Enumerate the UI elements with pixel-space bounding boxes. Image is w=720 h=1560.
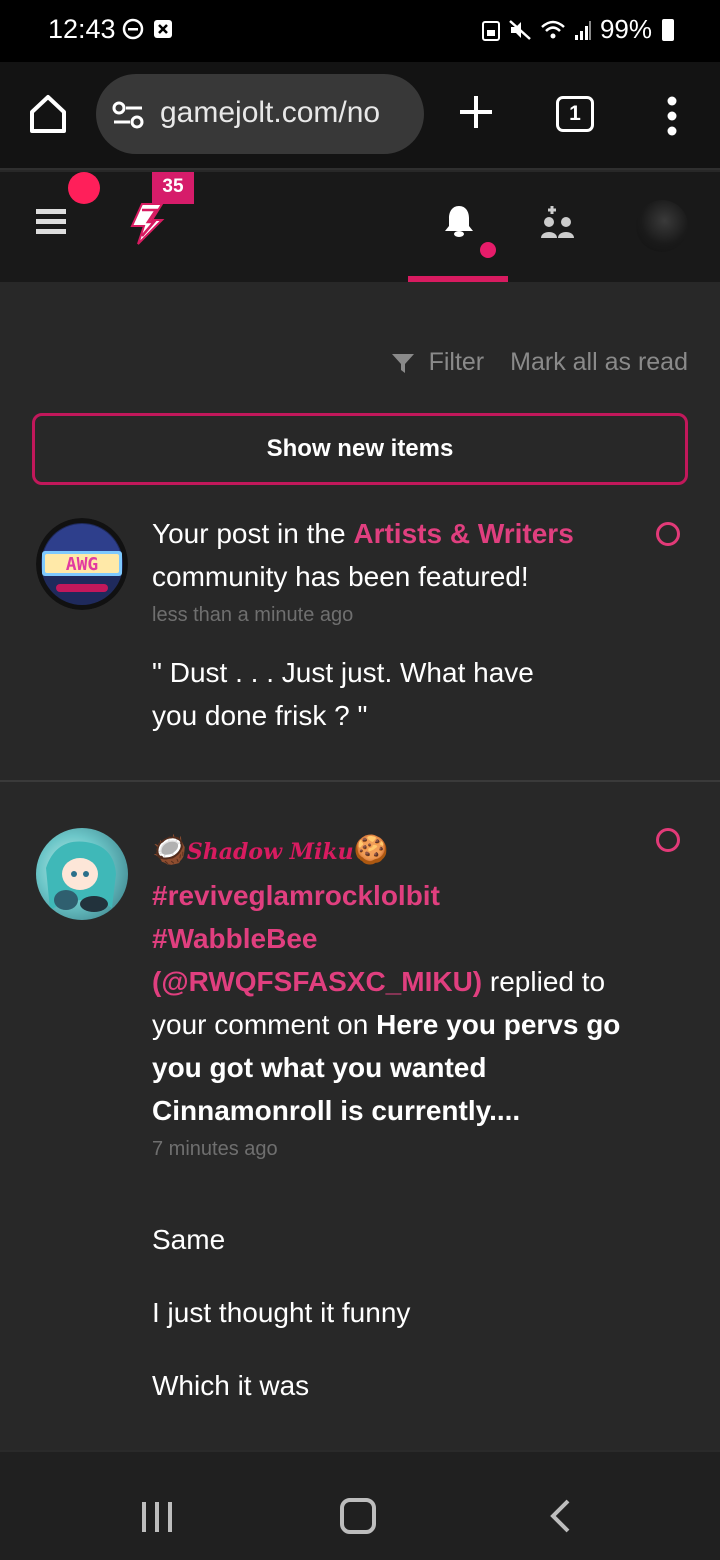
status-bar: 12:43 99% — [0, 0, 720, 62]
hashtag-link[interactable]: #WabbleBee — [152, 917, 622, 960]
notification-item[interactable]: AWG Your post in the Artists & Writers c… — [0, 512, 720, 782]
activity-count-badge: 35 — [152, 172, 194, 204]
coconut-icon: 🥥 — [152, 834, 187, 865]
show-new-items-button[interactable]: Show new items — [32, 413, 688, 485]
more-options-icon[interactable] — [662, 96, 682, 136]
community-link[interactable]: Artists & Writers — [353, 518, 573, 549]
activity-bolt-icon[interactable] — [128, 202, 166, 246]
battery-icon — [662, 18, 674, 41]
url-bar[interactable]: gamejolt.com/no — [96, 74, 424, 154]
notification-text: Your post in the Artists & Writers commu… — [152, 512, 622, 632]
menu-notification-dot — [68, 172, 100, 204]
system-nav-bar — [0, 1450, 720, 1560]
back-icon[interactable] — [548, 1498, 572, 1534]
recent-apps-icon[interactable] — [140, 1500, 174, 1534]
url-text: gamejolt.com/no — [160, 96, 381, 129]
notification-text: 🥥Shadow Miku🍪 #reviveglamrocklolbit #Wab… — [152, 828, 622, 1166]
hamburger-menu-icon[interactable] — [36, 208, 66, 236]
save-icon — [481, 20, 500, 41]
community-avatar[interactable]: AWG — [36, 518, 128, 610]
svg-text:AWG: AWG — [66, 554, 99, 575]
friend-requests-icon[interactable] — [540, 206, 576, 240]
notifications-bell-icon[interactable] — [444, 204, 474, 238]
close-box-icon — [154, 20, 172, 38]
user-avatar[interactable] — [636, 200, 688, 252]
mark-read-button[interactable] — [656, 828, 680, 852]
miku-avatar-image — [46, 841, 116, 912]
artists-writers-logo-icon: AWG — [36, 518, 128, 610]
tab-switcher-button[interactable]: 1 — [556, 96, 594, 132]
mark-all-read-button[interactable]: Mark all as read — [510, 348, 688, 377]
notification-preview: " Dust . . . Just just. What have you do… — [152, 657, 534, 731]
cookie-icon: 🍪 — [353, 834, 389, 865]
new-tab-icon[interactable] — [458, 94, 494, 130]
site-settings-icon[interactable] — [112, 100, 144, 130]
filter-icon[interactable] — [391, 351, 415, 375]
app-top-nav: 35 — [0, 172, 720, 282]
notification-time: less than a minute ago — [152, 604, 354, 626]
username-link[interactable]: (@RWQFSFASXC_MIKU) — [152, 966, 482, 997]
wifi-icon — [541, 20, 565, 38]
bell-notification-dot — [480, 242, 496, 258]
hashtag-link[interactable]: #reviveglamrocklolbit — [152, 874, 622, 917]
notification-time: 7 minutes ago — [152, 1138, 278, 1160]
filter-button[interactable]: Filter — [429, 348, 485, 377]
signal-icon — [574, 20, 591, 40]
user-avatar-shadow-miku[interactable] — [36, 828, 128, 920]
home-icon[interactable] — [26, 92, 70, 136]
browser-toolbar: gamejolt.com/no 1 — [0, 62, 720, 170]
home-nav-button[interactable] — [340, 1498, 376, 1534]
notification-preview: Same I just thought it funny Which it wa… — [152, 1224, 411, 1401]
mark-read-button[interactable] — [656, 522, 680, 546]
notifications-feed: Filter Mark all as read Show new items A… — [0, 282, 720, 1450]
notification-item[interactable]: 🥥Shadow Miku🍪 #reviveglamrocklolbit #Wab… — [0, 802, 720, 1450]
do-not-disturb-icon — [122, 18, 144, 40]
status-time: 12:43 — [48, 14, 116, 44]
user-display-name[interactable]: Shadow Miku — [187, 839, 354, 865]
battery-percent: 99% — [599, 14, 652, 44]
mute-icon — [509, 19, 531, 40]
